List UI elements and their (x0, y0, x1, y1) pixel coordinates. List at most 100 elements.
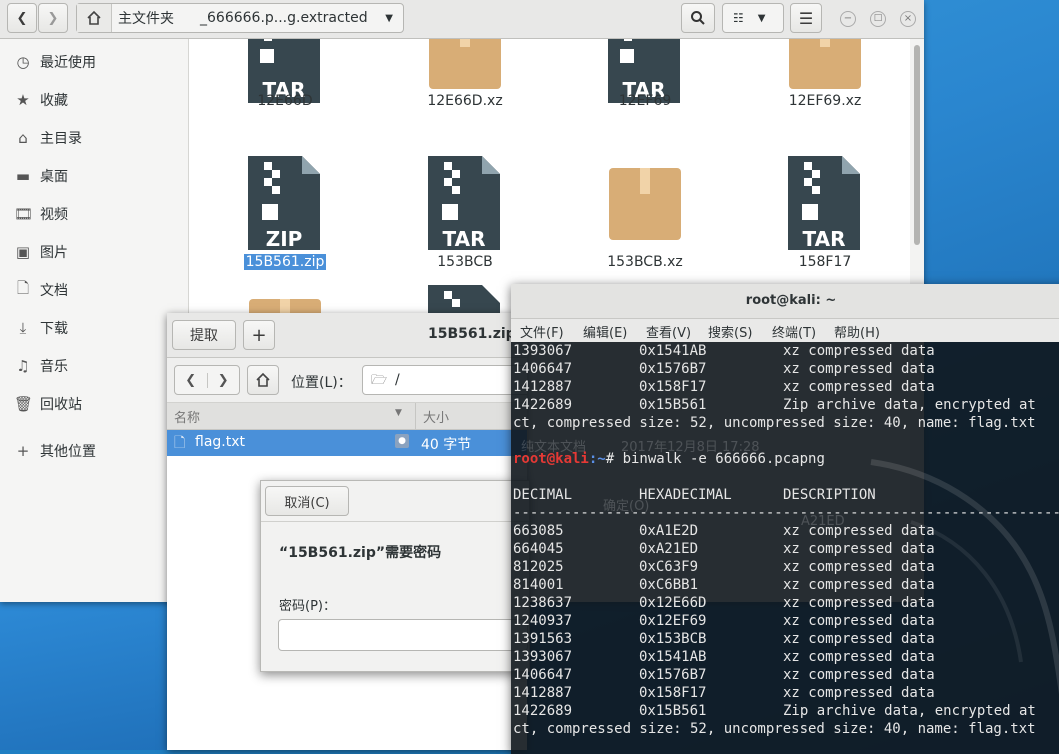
svg-text:TAR: TAR (803, 227, 846, 250)
sidebar-item-label: 音乐 (40, 359, 68, 375)
terminal-title: root@kali: ~ (511, 284, 1059, 319)
sidebar-item-documents[interactable]: 🗋 文档 (0, 273, 188, 307)
minimize-button[interactable]: − (840, 11, 856, 27)
file-name: 12EF69.xz (788, 93, 862, 109)
search-icon (691, 11, 705, 25)
file-item[interactable]: TAR 12EF69 (560, 39, 730, 139)
chevron-right-icon[interactable]: ❯ (206, 372, 240, 388)
location-value: / (395, 372, 400, 388)
star-icon: ★ (16, 91, 30, 109)
chevron-left-icon: ❮ (16, 10, 28, 26)
column-header: 名称 ▼ 大小 (167, 403, 527, 430)
menu-help[interactable]: 帮助(H) (834, 322, 880, 341)
text-file-icon: 🗋 (174, 435, 186, 451)
tar-archive-icon: TAR (428, 156, 500, 250)
menu-view[interactable]: 查看(V) (646, 322, 691, 341)
home-button[interactable] (247, 365, 279, 395)
film-icon: 🎞 (14, 205, 34, 223)
sidebar-item-trash[interactable]: 🗑 回收站 (0, 387, 188, 421)
path-home-button[interactable] (77, 4, 112, 32)
desktop-icon: ▬ (15, 167, 31, 185)
add-file-button[interactable]: + (243, 320, 275, 350)
archive-headerbar: 提取 + 15B561.zip (167, 313, 527, 358)
scrollbar-thumb[interactable] (914, 45, 920, 245)
view-mode-switch[interactable]: ☷ ▼ (722, 3, 784, 33)
forward-button[interactable]: ❯ (38, 3, 68, 33)
close-button[interactable]: × (900, 11, 916, 27)
search-button[interactable] (681, 3, 715, 33)
chevron-left-icon[interactable]: ❮ (175, 373, 207, 388)
list-view-icon[interactable]: ☷ (733, 11, 744, 25)
home-icon: ⌂ (18, 129, 28, 147)
sidebar-item-home[interactable]: ⌂ 主目录 (0, 121, 188, 155)
svg-text:ZIP: ZIP (266, 227, 303, 250)
sidebar-item-label: 主目录 (40, 131, 82, 147)
sidebar-item-label: 其他位置 (40, 444, 96, 460)
sidebar-item-label: 视频 (40, 207, 68, 223)
path-segment-current[interactable]: _666666.p...g.extracted (200, 10, 368, 26)
file-item[interactable]: 12EF69.xz (740, 39, 910, 139)
tar-archive-icon: TAR (788, 156, 860, 250)
sidebar-item-pictures[interactable]: ▣ 图片 (0, 235, 188, 269)
trash-icon: 🗑 (14, 395, 34, 413)
zip-archive-icon: ZIP (248, 156, 320, 250)
sidebar-item-starred[interactable]: ★ 收藏 (0, 83, 188, 117)
sidebar: ◷ 最近使用 ★ 收藏 ⌂ 主目录 ▬ 桌面 🎞 视频 ▣ 图片 🗋 文档 ⤓ 下载 ♫ 音乐 🗑… (0, 39, 189, 602)
sort-down-icon[interactable]: ▼ (395, 408, 402, 418)
path-segment-home[interactable]: 主文件夹 (118, 8, 174, 28)
sidebar-item-label: 桌面 (40, 169, 68, 185)
archive-title: 15B561.zip (428, 326, 516, 342)
plus-icon: + (16, 442, 30, 460)
menu-search[interactable]: 搜索(S) (708, 322, 752, 341)
file-name: 12E66D (257, 93, 313, 109)
file-item[interactable]: 153BCB.xz (560, 156, 730, 286)
menu-terminal[interactable]: 终端(T) (772, 322, 816, 341)
terminal-output[interactable]: 纯文本文档 2017年12月8日 17:28 确定(O) A21ED 13930… (511, 342, 1059, 754)
file-item-selected[interactable]: ZIP 15B561.zip (200, 156, 370, 286)
output-line: ct, compressed size: 52, uncompressed si… (513, 415, 1036, 431)
sidebar-item-label: 图片 (40, 245, 68, 261)
home-icon (256, 372, 270, 387)
file-name: 12EF69 (618, 93, 672, 109)
table-row[interactable]: 🗋 flag.txt ● 40 字节 (167, 430, 527, 456)
menu-edit[interactable]: 编辑(E) (583, 322, 627, 341)
row-file-name: flag.txt (195, 434, 245, 450)
chevron-down-icon[interactable]: ▼ (758, 13, 766, 24)
back-button[interactable]: ❮ (7, 3, 37, 33)
folder-icon: 🗁 (371, 373, 388, 388)
music-icon: ♫ (16, 357, 30, 375)
prompt-symbol: # (605, 451, 623, 467)
file-name: 153BCB (437, 254, 493, 270)
maximize-button[interactable]: □ (870, 11, 886, 27)
nav-buttons: ❮ ❯ (174, 365, 240, 395)
column-name[interactable]: 名称 (174, 407, 200, 426)
menu-button[interactable]: ☰ (790, 3, 822, 33)
table-separator: ----------------------------------------… (513, 505, 1059, 521)
sidebar-item-music[interactable]: ♫ 音乐 (0, 349, 188, 383)
file-item[interactable]: TAR 12E66D (200, 39, 370, 139)
command-line: root@kali:~# binwalk -e 666666.pcapng (513, 450, 825, 468)
sidebar-item-downloads[interactable]: ⤓ 下载 (0, 311, 188, 345)
row-file-size: 40 字节 (421, 437, 472, 453)
file-item[interactable]: 12E66D.xz (380, 39, 550, 139)
sidebar-item-desktop[interactable]: ▬ 桌面 (0, 159, 188, 193)
sidebar-item-label: 文档 (40, 283, 68, 299)
location-input[interactable]: 🗁 / (362, 365, 527, 395)
prompt-path: :~ (588, 451, 606, 467)
command-text: binwalk -e 666666.pcapng (622, 451, 825, 467)
dialog-message: “15B561.zip”需要密码 (279, 545, 442, 561)
column-size[interactable]: 大小 (423, 407, 449, 426)
password-dialog: 取消(C) “15B561.zip”需要密码 密码(P)： (260, 480, 530, 672)
menu-file[interactable]: 文件(F) (520, 322, 564, 341)
sidebar-item-other-locations[interactable]: + 其他位置 (0, 434, 188, 468)
extract-button[interactable]: 提取 (172, 320, 236, 350)
download-icon: ⤓ (19, 319, 27, 337)
file-item[interactable]: TAR 158F17 (740, 156, 910, 286)
chevron-down-icon[interactable]: ▼ (385, 13, 393, 24)
cancel-button[interactable]: 取消(C) (265, 486, 349, 516)
file-item[interactable]: TAR 153BCB (380, 156, 550, 286)
sidebar-item-videos[interactable]: 🎞 视频 (0, 197, 188, 231)
chevron-right-icon: ❯ (47, 10, 59, 26)
sidebar-item-recent[interactable]: ◷ 最近使用 (0, 45, 188, 79)
password-field[interactable] (278, 619, 528, 651)
